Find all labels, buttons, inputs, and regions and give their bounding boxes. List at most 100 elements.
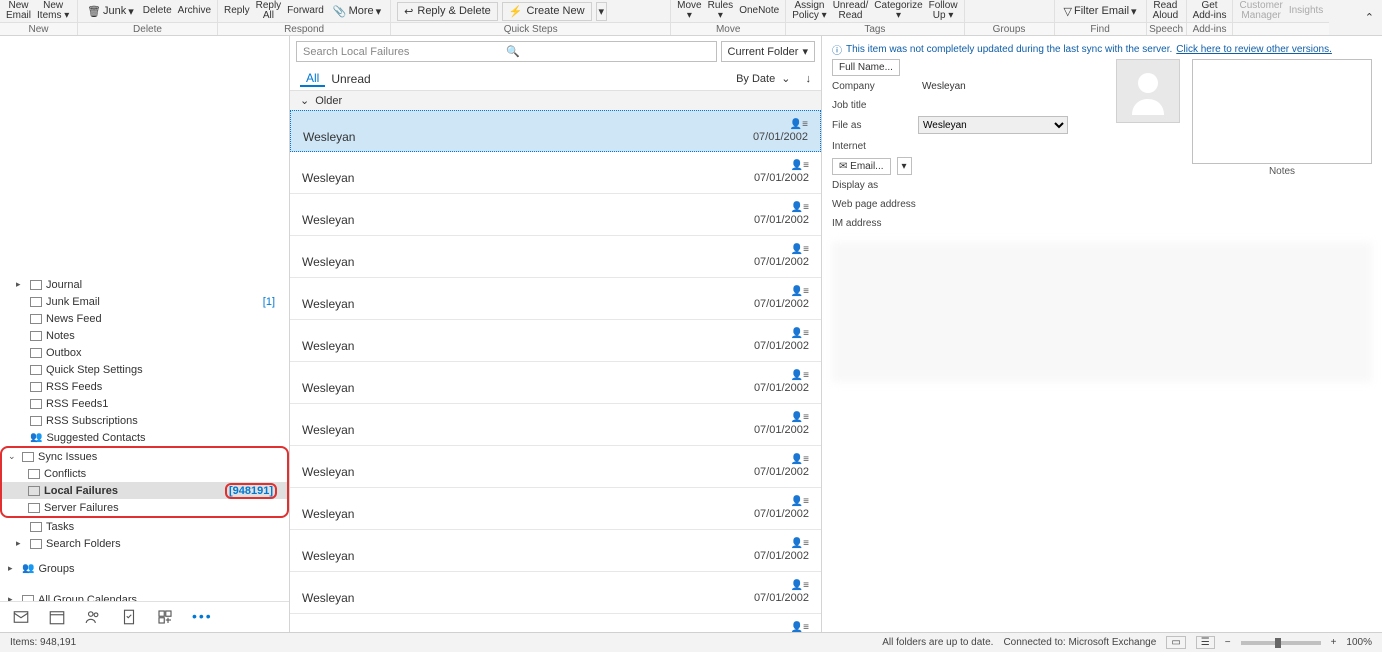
sidebar-item-outbox[interactable]: Outbox	[0, 344, 289, 361]
list-item[interactable]: 👤≡Wesleyan07/01/2002	[290, 236, 821, 278]
review-versions-link[interactable]: Click here to review other versions.	[1176, 44, 1332, 55]
unread-read-button[interactable]: Unread/Read	[833, 1, 869, 21]
nav-more-icon[interactable]: •••	[192, 608, 213, 626]
view-normal-button[interactable]: ▭	[1166, 636, 1185, 649]
list-item[interactable]: 👤≡Wesleyan07/01/2002	[290, 152, 821, 194]
sidebar-item-rss[interactable]: RSS Feeds	[0, 378, 289, 395]
list-item[interactable]: 👤≡Wesleyan07/01/2002	[290, 488, 821, 530]
contact-icon: 👤≡	[791, 202, 809, 213]
chevron-down-icon: ⌄	[781, 72, 790, 85]
view-reading-button[interactable]: ☰	[1196, 636, 1215, 649]
sync-banner: ⓘ This item was not completely updated d…	[832, 40, 1372, 59]
full-name-button[interactable]: Full Name...	[832, 59, 900, 76]
onenote-button[interactable]: OneNote	[739, 6, 779, 16]
collapse-ribbon-button[interactable]: ⌃	[1357, 0, 1382, 35]
move-button[interactable]: Move▾	[677, 1, 701, 21]
reply-delete-quickstep[interactable]: ↩ Reply & Delete	[397, 2, 498, 21]
list-item[interactable]: 👤≡Wesleyan07/01/2002	[290, 572, 821, 614]
new-email-button[interactable]: NewEmail	[6, 1, 31, 21]
list-item[interactable]: 👤≡Wesleyan07/01/2002	[290, 614, 821, 632]
filter-email-button[interactable]: ▽ Filter Email ▾	[1061, 4, 1140, 19]
sort-button[interactable]: By Date ⌄ ↓	[736, 72, 811, 85]
list-item[interactable]: 👤≡Wesleyan07/01/2002	[290, 362, 821, 404]
get-addins-button[interactable]: GetAdd-ins	[1193, 1, 1227, 21]
list-item[interactable]: 👤≡Wesleyan07/01/2002	[290, 110, 821, 152]
rules-button[interactable]: Rules▾	[708, 1, 734, 21]
displayas-label: Display as	[832, 180, 912, 191]
chevron-down-icon: ⌄	[300, 94, 309, 107]
contact-avatar[interactable]	[1116, 59, 1180, 123]
nav-calendar-icon[interactable]	[48, 608, 66, 626]
read-aloud-button[interactable]: ReadAloud	[1153, 1, 1179, 21]
sidebar-item-sync-issues[interactable]: ⌄Sync Issues	[2, 448, 287, 465]
imaddress-label: IM address	[832, 218, 912, 229]
nav-addins-icon[interactable]	[156, 608, 174, 626]
internet-label: Internet	[832, 141, 866, 152]
archive-button[interactable]: Archive	[178, 6, 211, 16]
email-dropdown[interactable]: ▾	[897, 157, 912, 175]
new-items-button[interactable]: NewItems ▾	[37, 1, 69, 21]
reply-all-button[interactable]: ReplyAll	[256, 1, 282, 21]
followup-button[interactable]: FollowUp ▾	[929, 1, 958, 21]
sidebar-item-suggested[interactable]: 👥Suggested Contacts	[0, 429, 289, 446]
search-scope-dropdown[interactable]: Current Folder▾	[721, 41, 815, 62]
sidebar-item-groups[interactable]: ▸👥Groups	[0, 560, 289, 577]
sidebar-item-local-failures[interactable]: Local Failures[948191]	[2, 482, 287, 499]
sync-issues-highlight: ⌄Sync Issues Conflicts Local Failures[94…	[0, 446, 289, 518]
list-item[interactable]: 👤≡Wesleyan07/01/2002	[290, 530, 821, 572]
list-item[interactable]: 👤≡Wesleyan07/01/2002	[290, 446, 821, 488]
contact-icon: 👤≡	[791, 622, 809, 632]
notes-label: Notes	[1192, 164, 1372, 177]
contact-icon: 👤≡	[791, 370, 809, 381]
company-label: Company	[832, 81, 912, 92]
contact-icon: 👤≡	[791, 538, 809, 549]
sidebar-item-search-folders[interactable]: ▸Search Folders	[0, 535, 289, 552]
email-button[interactable]: ✉ Email...	[832, 158, 891, 175]
search-input[interactable]: Search Local Failures 🔍	[296, 41, 717, 62]
sidebar-item-rss-subs[interactable]: RSS Subscriptions	[0, 412, 289, 429]
sidebar-item-notes[interactable]: Notes	[0, 327, 289, 344]
zoom-slider[interactable]	[1241, 641, 1321, 645]
status-uptodate: All folders are up to date.	[882, 637, 993, 648]
ribbon: NewEmail NewItems ▾ New 🗑 Junk ▾ Delete …	[0, 0, 1382, 36]
zoom-in-button[interactable]: +	[1331, 637, 1337, 648]
sidebar-item-rss1[interactable]: RSS Feeds1	[0, 395, 289, 412]
sidebar-item-group-calendars[interactable]: ▸All Group Calendars	[0, 591, 289, 601]
contact-icon: 👤≡	[791, 454, 809, 465]
zoom-out-button[interactable]: −	[1225, 637, 1231, 648]
delete-button[interactable]: Delete	[143, 6, 172, 16]
group-header-older[interactable]: ⌄Older	[290, 91, 821, 110]
reply-button[interactable]: Reply	[224, 6, 250, 16]
list-item[interactable]: 👤≡Wesleyan07/01/2002	[290, 404, 821, 446]
nav-people-icon[interactable]	[84, 608, 102, 626]
sidebar-item-junk[interactable]: Junk Email[1]	[0, 293, 289, 310]
forward-button[interactable]: Forward	[287, 6, 324, 16]
group-tags-label: Tags	[786, 22, 963, 35]
list-item[interactable]: 👤≡Wesleyan07/01/2002	[290, 194, 821, 236]
sidebar-item-server-failures[interactable]: Server Failures	[2, 499, 287, 516]
sidebar-item-journal[interactable]: ▸Journal	[0, 276, 289, 293]
assign-policy-button[interactable]: AssignPolicy ▾	[792, 1, 826, 21]
junk-button[interactable]: 🗑 Junk ▾	[84, 4, 137, 19]
sidebar-item-quickstep-settings[interactable]: Quick Step Settings	[0, 361, 289, 378]
zoom-percent: 100%	[1346, 637, 1372, 648]
fileas-select[interactable]: Wesleyan	[918, 116, 1068, 134]
customer-manager-button[interactable]: CustomerManager	[1239, 1, 1282, 21]
list-item[interactable]: 👤≡Wesleyan07/01/2002	[290, 320, 821, 362]
nav-mail-icon[interactable]	[12, 608, 30, 626]
sidebar-item-conflicts[interactable]: Conflicts	[2, 465, 287, 482]
sidebar-item-tasks[interactable]: Tasks	[0, 518, 289, 535]
nav-tasks-icon[interactable]	[120, 608, 138, 626]
group-quicksteps-label: Quick Steps	[391, 22, 670, 35]
list-item[interactable]: 👤≡Wesleyan07/01/2002	[290, 278, 821, 320]
more-respond-button[interactable]: 📎 More ▾	[330, 4, 384, 19]
quickstep-dropdown[interactable]: ▾	[596, 2, 608, 21]
tab-all[interactable]: All	[300, 71, 325, 87]
insights-button[interactable]: Insights	[1289, 6, 1323, 16]
categorize-button[interactable]: Categorize▾	[874, 1, 922, 21]
notes-textarea[interactable]	[1192, 59, 1372, 164]
tab-unread[interactable]: Unread	[325, 72, 376, 86]
create-new-quickstep[interactable]: ⚡ Create New	[502, 2, 592, 21]
item-count: Items: 948,191	[10, 637, 76, 648]
sidebar-item-newsfeed[interactable]: News Feed	[0, 310, 289, 327]
